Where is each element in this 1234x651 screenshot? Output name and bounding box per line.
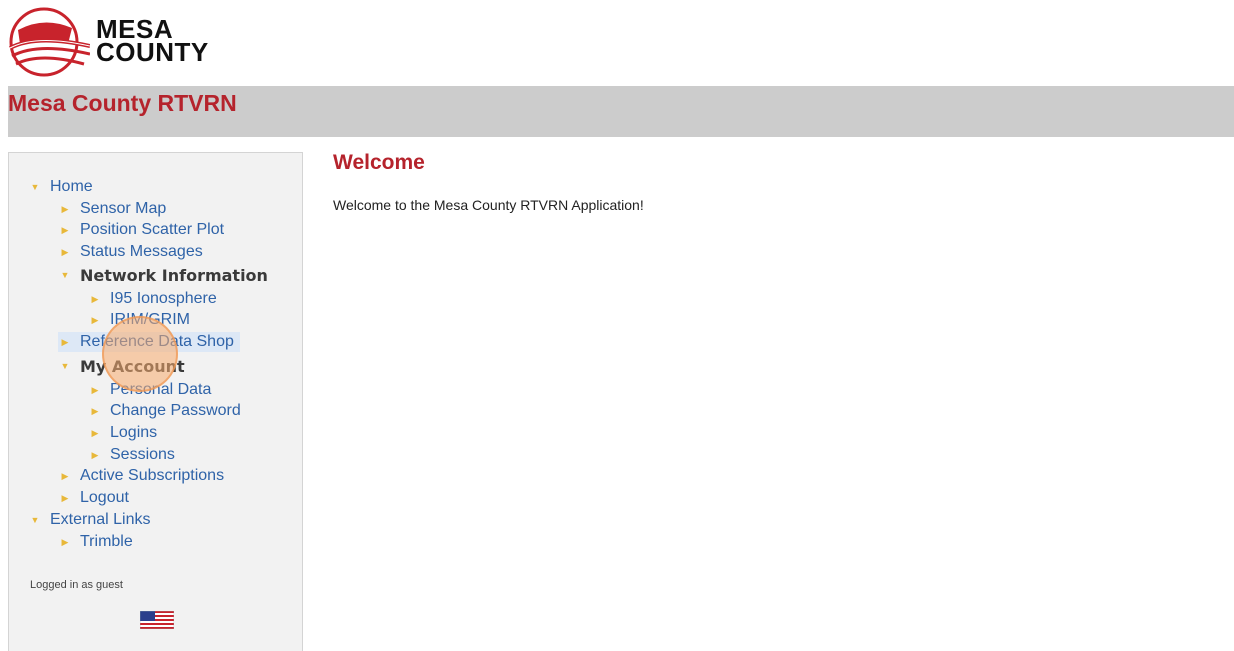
nav-label: Change Password	[110, 402, 241, 419]
nav-item-trimble[interactable]: ▶ Trimble	[58, 532, 133, 552]
nav-label: Active Subscriptions	[80, 467, 225, 484]
nav-label: Personal Data	[110, 381, 212, 398]
page: MESA COUNTY Mesa County RTVRN ▼ Home ▶ S…	[0, 0, 1234, 651]
collapsed-triangle-icon: ▶	[61, 224, 69, 235]
logo-text: MESA COUNTY	[96, 16, 209, 67]
nav-label: Reference Data Shop	[80, 333, 234, 350]
nav-label: Sessions	[110, 446, 175, 463]
nav-item-position-scatter-plot[interactable]: ▶ Position Scatter Plot	[58, 220, 225, 240]
nav-label: Logout	[80, 489, 129, 506]
collapsed-triangle-icon: ▶	[61, 536, 69, 547]
us-flag-icon[interactable]	[140, 611, 174, 629]
collapsed-triangle-icon: ▶	[91, 427, 99, 438]
app-title: Mesa County RTVRN	[8, 90, 237, 116]
expanded-triangle-icon: ▼	[30, 515, 40, 525]
collapsed-triangle-icon: ▶	[61, 492, 69, 503]
nav-item-status-messages[interactable]: ▶ Status Messages	[58, 242, 203, 262]
nav-item-network-information[interactable]: ▼ Network Information	[58, 265, 268, 285]
nav-label: My Account	[80, 356, 185, 376]
collapsed-triangle-icon: ▶	[61, 203, 69, 214]
nav-label: IRIM/GRIM	[110, 311, 190, 328]
nav-item-reference-data-shop[interactable]: ▶ Reference Data Shop	[58, 332, 240, 352]
collapsed-triangle-icon: ▶	[61, 246, 69, 257]
nav-item-i95-ionosphere[interactable]: ▶ I95 Ionosphere	[88, 289, 217, 309]
nav-item-sensor-map[interactable]: ▶ Sensor Map	[58, 199, 167, 219]
nav-label: Network Information	[80, 265, 268, 285]
collapsed-triangle-icon: ▶	[91, 314, 99, 325]
collapsed-triangle-icon: ▶	[61, 470, 69, 481]
nav-label: Sensor Map	[80, 200, 167, 217]
nav-label: I95 Ionosphere	[110, 290, 217, 307]
nav-item-sessions[interactable]: ▶ Sessions	[88, 445, 175, 465]
nav-item-active-subscriptions[interactable]: ▶ Active Subscriptions	[58, 466, 225, 486]
mesa-county-seal-icon	[9, 7, 90, 77]
nav-item-irim-grim[interactable]: ▶ IRIM/GRIM	[88, 310, 190, 330]
collapsed-triangle-icon: ▶	[91, 405, 99, 416]
sidebar: ▼ Home ▶ Sensor Map ▶ Position Scatter P…	[8, 152, 303, 651]
nav-item-change-password[interactable]: ▶ Change Password	[88, 401, 241, 421]
nav-item-logout[interactable]: ▶ Logout	[58, 488, 129, 508]
header-band: Mesa County RTVRN	[8, 86, 1234, 137]
nav-label: Status Messages	[80, 243, 203, 260]
nav-item-home[interactable]: ▼ Home	[28, 177, 93, 197]
nav-item-external-links[interactable]: ▼ External Links	[28, 510, 151, 530]
nav-item-personal-data[interactable]: ▶ Personal Data	[88, 380, 212, 400]
welcome-message: Welcome to the Mesa County RTVRN Applica…	[333, 197, 644, 213]
mesa-county-logo[interactable]: MESA COUNTY	[6, 6, 216, 80]
nav-label: Logins	[110, 424, 158, 441]
logo-line-2: COUNTY	[96, 37, 209, 67]
nav-label: Home	[50, 178, 93, 195]
nav-label: External Links	[50, 511, 151, 528]
page-title: Welcome	[333, 151, 425, 174]
collapsed-triangle-icon: ▶	[91, 384, 99, 395]
expanded-triangle-icon: ▼	[60, 361, 70, 371]
collapsed-triangle-icon: ▶	[91, 449, 99, 460]
expanded-triangle-icon: ▼	[30, 182, 40, 192]
collapsed-triangle-icon: ▶	[91, 293, 99, 304]
collapsed-triangle-icon: ▶	[61, 336, 69, 347]
nav-item-my-account[interactable]: ▼ My Account	[58, 356, 185, 376]
login-status: Logged in as guest	[30, 579, 123, 591]
nav-item-logins[interactable]: ▶ Logins	[88, 423, 158, 443]
nav-label: Trimble	[80, 533, 133, 550]
expanded-triangle-icon: ▼	[60, 270, 70, 280]
nav-label: Position Scatter Plot	[80, 221, 225, 238]
